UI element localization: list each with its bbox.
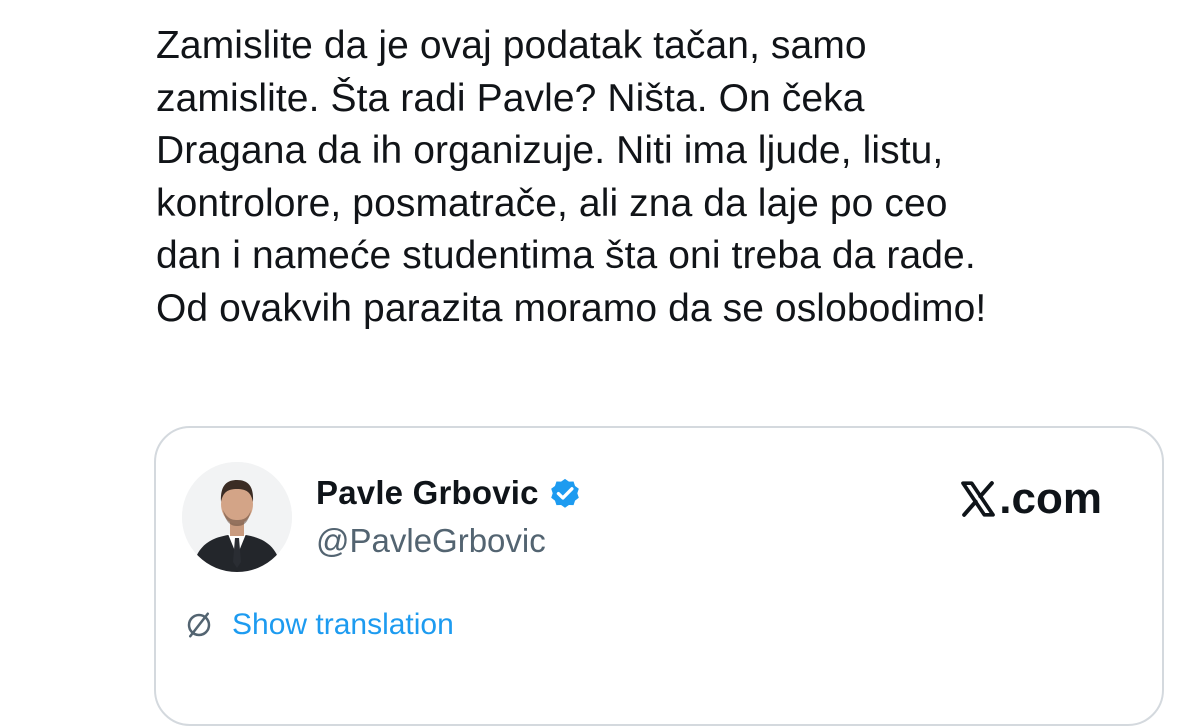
- verified-badge-icon: [547, 475, 583, 511]
- show-translation-label[interactable]: Show translation: [232, 608, 454, 642]
- post-text-line: kontrolore, posmatrače, ali zna da laje …: [156, 181, 948, 225]
- globe-icon: [184, 610, 214, 640]
- post-text-line: Zamislite da je ovaj podatak tačan, samo: [156, 24, 867, 67]
- quoted-post-card[interactable]: Pavle Grbovic @PavleGrbovic .com Show tr: [154, 426, 1164, 726]
- author-name-row[interactable]: Pavle Grbovic: [316, 474, 583, 512]
- x-brand-link[interactable]: .com: [958, 474, 1102, 524]
- post-body-text: Zamislite da je ovaj podatak tačan, samo…: [156, 20, 1186, 335]
- post-text-line: zamislite. Šta radi Pavle? Ništa. On ček…: [156, 76, 865, 120]
- brand-domain-suffix: .com: [999, 474, 1102, 523]
- x-logo-icon: [958, 479, 998, 519]
- author-name[interactable]: Pavle Grbovic: [316, 474, 539, 512]
- author-handle[interactable]: @PavleGrbovic: [316, 522, 546, 560]
- show-translation-link[interactable]: Show translation: [184, 608, 454, 642]
- avatar[interactable]: [182, 462, 292, 572]
- post-text-line: Od ovakvih parazita moramo da se oslobod…: [156, 286, 987, 330]
- avatar-image: [182, 462, 292, 572]
- post-text-line: Dragana da ih organizuje. Niti ima ljude…: [156, 129, 944, 172]
- post-text-line: dan i nameće studentima šta oni treba da…: [156, 234, 976, 277]
